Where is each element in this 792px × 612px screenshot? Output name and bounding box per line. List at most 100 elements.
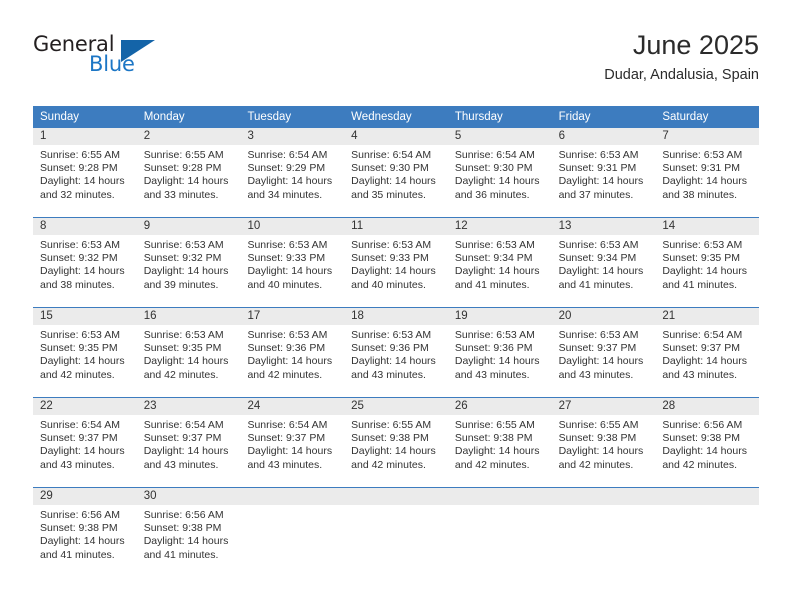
daylight-text-line1: Daylight: 14 hours [662,175,747,188]
day-number: 17 [240,308,345,325]
day-number: 15 [33,308,137,325]
day-number: 10 [240,218,345,235]
calendar-day-cell[interactable]: 17 Sunrise: 6:53 AM Sunset: 9:36 PM Dayligh… [240,308,345,397]
calendar-day-cell[interactable]: 26 Sunrise: 6:55 AM Sunset: 9:38 PM Dayligh… [447,398,552,487]
day-sun-info: Sunrise: 6:53 AM Sunset: 9:34 PM Daylight:… [552,235,656,292]
daylight-text-line1: Daylight: 14 hours [351,265,436,278]
daylight-text-line2: and 42 minutes. [558,458,634,471]
sunrise-text: Sunrise: 6:54 AM [143,419,224,431]
calendar-day-cell[interactable]: 15 Sunrise: 6:53 AM Sunset: 9:35 PM Dayligh… [33,308,137,397]
sunrise-text: Sunrise: 6:53 AM [351,239,432,251]
calendar-day-cell[interactable]: 23 Sunrise: 6:54 AM Sunset: 9:37 PM Dayligh… [136,398,241,487]
calendar-day-cell[interactable]: 9 Sunrise: 6:53 AM Sunset: 9:32 PM Daylight… [136,218,241,307]
day-sun-info: Sunrise: 6:55 AM Sunset: 9:28 PM Daylight:… [33,145,137,202]
day-number: 18 [344,308,448,325]
calendar-day-cell[interactable]: 3 Sunrise: 6:54 AM Sunset: 9:29 PM Daylight… [240,128,345,217]
day-number: 14 [655,218,760,235]
sunset-text: Sunset: 9:28 PM [40,162,118,175]
day-sun-info: Sunrise: 6:53 AM Sunset: 9:36 PM Daylight:… [448,325,552,382]
calendar-day-cell[interactable]: 13 Sunrise: 6:53 AM Sunset: 9:34 PM Dayligh… [551,218,656,307]
day-sun-info: Sunrise: 6:53 AM Sunset: 9:32 PM Daylight:… [137,235,241,292]
day-number [655,488,760,505]
calendar-day-cell[interactable]: 6 Sunrise: 6:53 AM Sunset: 9:31 PM Daylight… [551,128,656,217]
sunrise-text: Sunrise: 6:56 AM [662,419,743,431]
sunrise-text: Sunrise: 6:53 AM [40,329,120,341]
daylight-text-line2: and 34 minutes. [247,188,323,201]
day-sun-info: Sunrise: 6:53 AM Sunset: 9:31 PM Daylight:… [655,145,759,202]
calendar-day-cell[interactable]: 18 Sunrise: 6:53 AM Sunset: 9:36 PM Dayligh… [344,308,448,397]
calendar-day-cell[interactable]: 1 Sunrise: 6:55 AM Sunset: 9:28 PM Daylight… [33,128,137,217]
calendar-day-cell-empty [655,488,760,577]
calendar-day-cell[interactable]: 28 Sunrise: 6:56 AM Sunset: 9:38 PM Dayligh… [655,398,760,487]
calendar-day-cell[interactable]: 11 Sunrise: 6:53 AM Sunset: 9:33 PM Dayligh… [344,218,448,307]
daylight-text-line2: and 36 minutes. [454,188,530,201]
calendar-day-cell[interactable]: 7 Sunrise: 6:53 AM Sunset: 9:31 PM Daylight… [655,128,760,217]
daylight-text-line1: Daylight: 14 hours [143,355,229,368]
calendar-day-cell[interactable]: 8 Sunrise: 6:53 AM Sunset: 9:32 PM Daylight… [33,218,137,307]
calendar-day-cell[interactable]: 30 Sunrise: 6:56 AM Sunset: 9:38 PM Dayligh… [136,488,241,577]
day-number: 8 [33,218,137,235]
brand-logo[interactable]: General Blue [33,32,233,88]
sunrise-text: Sunrise: 6:53 AM [662,149,743,161]
calendar-day-cell[interactable]: 21 Sunrise: 6:54 AM Sunset: 9:37 PM Dayligh… [655,308,760,397]
daylight-text-line1: Daylight: 14 hours [247,265,333,278]
sunset-text: Sunset: 9:37 PM [40,432,118,445]
calendar-day-cell-empty [344,488,448,577]
sunset-text: Sunset: 9:38 PM [454,432,533,445]
daylight-text-line2: and 40 minutes. [351,278,426,291]
weekday-header-sunday: Sunday [40,111,80,123]
daylight-text-line2: and 35 minutes. [351,188,426,201]
daylight-text-line1: Daylight: 14 hours [247,445,333,458]
sunrise-text: Sunrise: 6:54 AM [351,149,432,161]
daylight-text-line1: Daylight: 14 hours [40,265,125,278]
calendar-day-cell[interactable]: 4 Sunrise: 6:54 AM Sunset: 9:30 PM Daylight… [344,128,448,217]
daylight-text-line2: and 43 minutes. [662,368,738,381]
day-number: 16 [136,308,241,325]
sunset-text: Sunset: 9:28 PM [143,162,222,175]
calendar-day-cell[interactable]: 19 Sunrise: 6:53 AM Sunset: 9:36 PM Dayligh… [447,308,552,397]
daylight-text-line1: Daylight: 14 hours [351,175,436,188]
day-sun-info [448,505,552,509]
sunset-text: Sunset: 9:34 PM [558,252,637,265]
calendar-day-cell[interactable]: 16 Sunrise: 6:53 AM Sunset: 9:35 PM Dayligh… [136,308,241,397]
day-sun-info: Sunrise: 6:53 AM Sunset: 9:32 PM Daylight:… [33,235,137,292]
sunset-text: Sunset: 9:36 PM [247,342,326,355]
calendar-day-cell[interactable]: 2 Sunrise: 6:55 AM Sunset: 9:28 PM Daylight… [136,128,241,217]
sunrise-text: Sunrise: 6:54 AM [247,149,328,161]
sunrise-text: Sunrise: 6:56 AM [40,509,120,521]
day-number [240,488,345,505]
day-sun-info: Sunrise: 6:53 AM Sunset: 9:34 PM Daylight:… [448,235,552,292]
calendar-day-cell[interactable]: 20 Sunrise: 6:53 AM Sunset: 9:37 PM Dayligh… [551,308,656,397]
day-sun-info: Sunrise: 6:54 AM Sunset: 9:30 PM Daylight:… [448,145,552,202]
calendar-day-cell-empty [447,488,552,577]
day-sun-info: Sunrise: 6:53 AM Sunset: 9:36 PM Daylight:… [344,325,448,382]
sunrise-text: Sunrise: 6:54 AM [454,149,535,161]
calendar-day-cell[interactable]: 29 Sunrise: 6:56 AM Sunset: 9:38 PM Dayligh… [33,488,137,577]
calendar-grid: Sunday Monday Tuesday Wednesday Thursday… [33,106,760,577]
calendar-day-cell[interactable]: 27 Sunrise: 6:55 AM Sunset: 9:38 PM Dayligh… [551,398,656,487]
day-sun-info: Sunrise: 6:55 AM Sunset: 9:38 PM Daylight:… [344,415,448,472]
calendar-day-cell[interactable]: 22 Sunrise: 6:54 AM Sunset: 9:37 PM Dayligh… [33,398,137,487]
daylight-text-line1: Daylight: 14 hours [662,355,747,368]
calendar-day-cell[interactable]: 24 Sunrise: 6:54 AM Sunset: 9:37 PM Dayligh… [240,398,345,487]
sunset-text: Sunset: 9:37 PM [558,342,637,355]
sunset-text: Sunset: 9:37 PM [143,432,222,445]
daylight-text-line2: and 43 minutes. [558,368,634,381]
daylight-text-line1: Daylight: 14 hours [351,445,436,458]
daylight-text-line1: Daylight: 14 hours [454,175,540,188]
sunset-text: Sunset: 9:33 PM [351,252,429,265]
daylight-text-line2: and 41 minutes. [40,548,115,561]
daylight-text-line2: and 39 minutes. [143,278,219,291]
daylight-text-line1: Daylight: 14 hours [143,535,229,548]
daylight-text-line1: Daylight: 14 hours [40,535,125,548]
daylight-text-line1: Daylight: 14 hours [351,355,436,368]
calendar-day-cell[interactable]: 14 Sunrise: 6:53 AM Sunset: 9:35 PM Dayligh… [655,218,760,307]
calendar-day-cell[interactable]: 12 Sunrise: 6:53 AM Sunset: 9:34 PM Dayligh… [447,218,552,307]
calendar-day-cell[interactable]: 25 Sunrise: 6:55 AM Sunset: 9:38 PM Dayligh… [344,398,448,487]
sunrise-text: Sunrise: 6:54 AM [662,329,743,341]
sunset-text: Sunset: 9:34 PM [454,252,533,265]
calendar-day-cell[interactable]: 10 Sunrise: 6:53 AM Sunset: 9:33 PM Dayligh… [240,218,345,307]
day-sun-info: Sunrise: 6:54 AM Sunset: 9:37 PM Daylight:… [137,415,241,472]
daylight-text-line2: and 41 minutes. [143,548,219,561]
calendar-day-cell[interactable]: 5 Sunrise: 6:54 AM Sunset: 9:30 PM Daylight… [447,128,552,217]
